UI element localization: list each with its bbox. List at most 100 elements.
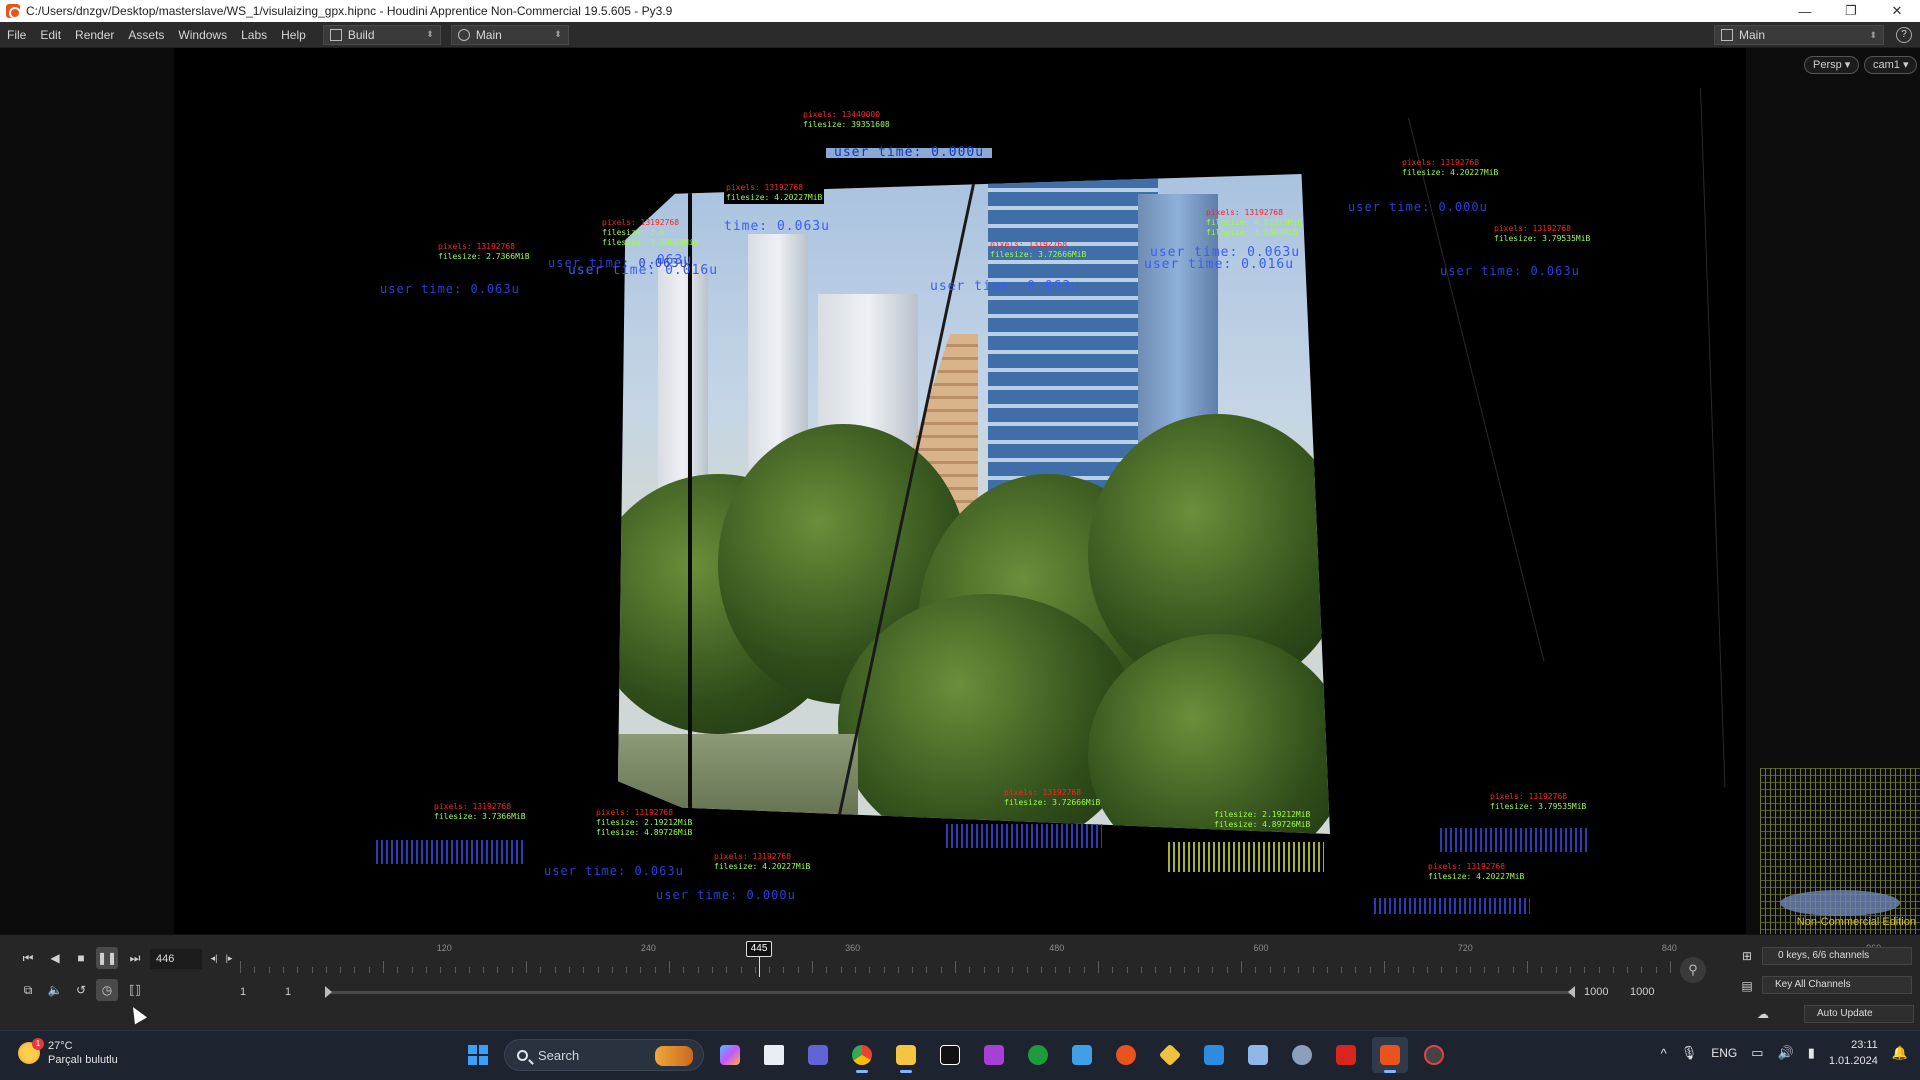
close-button[interactable]: ✕: [1874, 0, 1920, 22]
range-handle-left[interactable]: [325, 986, 332, 998]
timeline-tick: [511, 967, 513, 973]
overlay-glitch-bars: [376, 840, 526, 864]
taskbar-app-blue[interactable]: [1240, 1037, 1276, 1073]
taskbar-apps: Search: [460, 1037, 1452, 1073]
timeline-tick: [325, 967, 327, 973]
menu-assets[interactable]: Assets: [121, 22, 171, 48]
camera-menu-button[interactable]: cam1 ▾: [1864, 56, 1918, 74]
microphone-icon[interactable]: 🎙: [1681, 1045, 1698, 1061]
timeline-tick: [1241, 961, 1242, 973]
overlay-stats: pixels: 13192768 filesize: 2.7366MiB: [438, 242, 530, 262]
auto-update-dropdown[interactable]: Auto Update: [1804, 1005, 1914, 1023]
key-all-icon[interactable]: ▤: [1736, 975, 1758, 997]
timeline-tick: [1627, 967, 1629, 973]
tray-overflow-icon[interactable]: ^: [1661, 1046, 1667, 1061]
task-view-icon: [764, 1045, 784, 1065]
timeline-tick: [854, 967, 856, 973]
menu-help[interactable]: Help: [274, 22, 313, 48]
weather-widget[interactable]: 1 27°C Parçalı bulutlu: [18, 1038, 118, 1067]
range-start-field-2[interactable]: 1: [285, 983, 291, 1001]
timeline-tick: [1226, 967, 1228, 973]
pause-icon[interactable]: ❚❚: [96, 947, 118, 969]
playhead-line[interactable]: [759, 957, 761, 977]
taskbar-notepad[interactable]: [1064, 1037, 1100, 1073]
taskbar-taskview[interactable]: [756, 1037, 792, 1073]
taskbar-chrome[interactable]: [844, 1037, 880, 1073]
menu-labs[interactable]: Labs: [234, 22, 274, 48]
step-forward-icon[interactable]: |▸: [218, 947, 240, 969]
taskbar-app-purple[interactable]: [976, 1037, 1012, 1073]
timeline-tick: [883, 967, 885, 973]
network-icon[interactable]: ▭: [1751, 1045, 1763, 1061]
pin-icon[interactable]: ⚲: [1680, 957, 1706, 983]
taskbar-vscode[interactable]: [1196, 1037, 1232, 1073]
range-end-field[interactable]: 1000: [1584, 983, 1608, 1001]
key-all-channels-dropdown[interactable]: Key All Channels: [1762, 976, 1912, 994]
range-end-field-2[interactable]: 1000: [1630, 983, 1654, 1001]
persp-menu-button[interactable]: Persp ▾: [1804, 56, 1860, 74]
battery-icon[interactable]: ▮: [1808, 1045, 1815, 1061]
taskbar-acrobat[interactable]: [1328, 1037, 1364, 1073]
jump-end-icon[interactable]: ⏭: [124, 947, 146, 969]
taskbar-teams[interactable]: [800, 1037, 836, 1073]
cloud-icon: ☁: [1757, 1007, 1769, 1021]
play-reverse-icon[interactable]: ◀: [44, 947, 66, 969]
clock-icon[interactable]: ◷: [96, 979, 118, 1001]
menu-windows[interactable]: Windows: [171, 22, 234, 48]
taskbar-xbox[interactable]: [1020, 1037, 1056, 1073]
gear-icon: [1292, 1045, 1312, 1065]
taskbar-search[interactable]: Search: [504, 1039, 704, 1071]
channels-icon[interactable]: ⊞: [1736, 945, 1758, 967]
menu-edit[interactable]: Edit: [33, 22, 68, 48]
search-label: Search: [538, 1047, 580, 1063]
window-titlebar: C:/Users/dnzgv/Desktop/masterslave/WS_1/…: [0, 0, 1920, 22]
filesize-label: filesize: 2.7366MiB: [438, 252, 530, 261]
stop-icon[interactable]: ■: [70, 947, 92, 969]
window-controls: — ❐ ✕: [1782, 0, 1920, 22]
desktop-select-main[interactable]: Main ⬍: [450, 24, 569, 45]
taskbar-app-red[interactable]: [1416, 1037, 1452, 1073]
desktop-select-build[interactable]: Build ⬍: [322, 24, 441, 45]
realtime-toggle-icon[interactable]: ⧉: [17, 979, 39, 1001]
taskbar-clock[interactable]: 23:11 1.01.2024: [1829, 1037, 1878, 1069]
taskbar-explorer[interactable]: [888, 1037, 924, 1073]
taskbar-houdini-launcher[interactable]: [1108, 1037, 1144, 1073]
menu-file[interactable]: File: [0, 22, 33, 48]
menu-render[interactable]: Render: [68, 22, 121, 48]
restore-button[interactable]: ❐: [1828, 0, 1874, 22]
range-handle-right[interactable]: [1568, 986, 1575, 998]
minimize-button[interactable]: —: [1782, 0, 1828, 22]
timeline-ruler[interactable]: 120240360480600720840960445: [240, 941, 1881, 977]
range-slider[interactable]: [325, 986, 1575, 998]
range-start-field[interactable]: 1: [240, 983, 246, 1001]
taskbar-widgets[interactable]: [712, 1037, 748, 1073]
keys-channels-dropdown[interactable]: 0 keys, 6/6 channels: [1762, 947, 1912, 965]
volume-icon[interactable]: 🔊: [1778, 1045, 1794, 1061]
notification-icon[interactable]: 🔔: [1892, 1045, 1908, 1061]
current-frame-field[interactable]: 446: [150, 949, 202, 969]
taskbar-git[interactable]: [1152, 1037, 1188, 1073]
taskbar-houdini[interactable]: [1372, 1037, 1408, 1073]
jump-start-icon[interactable]: ⏮: [17, 947, 39, 969]
timeline-tick: [1069, 967, 1071, 973]
key-icon[interactable]: ⟦⟧: [124, 979, 146, 1001]
timeline-tick: [1083, 967, 1085, 973]
desktop-select-right[interactable]: Main ⬍: [1714, 25, 1884, 45]
timeline-tick: [1584, 967, 1586, 973]
language-indicator[interactable]: ENG: [1711, 1046, 1737, 1060]
taskbar-settings[interactable]: [1284, 1037, 1320, 1073]
taskbar-inkscape[interactable]: [932, 1037, 968, 1073]
timeline-tick: [1398, 967, 1400, 973]
audio-icon[interactable]: 🔈: [44, 979, 66, 1001]
timeline-tick: [1598, 967, 1600, 973]
timeline-tick: [1112, 967, 1114, 973]
overlay-glitch-bars: [946, 824, 1102, 848]
timeline-tick-label: 360: [845, 943, 861, 953]
loop-icon[interactable]: ↺: [70, 979, 92, 1001]
desktop-main-label: Main: [475, 27, 502, 42]
timeline-tick: [1298, 967, 1300, 973]
help-icon[interactable]: ?: [1896, 27, 1912, 43]
playhead-frame-badge[interactable]: 445: [746, 941, 773, 957]
start-button[interactable]: [460, 1037, 496, 1073]
scene-viewport[interactable]: Persp ▾ cam1 ▾ pixels: 13440000 filesize:…: [0, 48, 1920, 934]
